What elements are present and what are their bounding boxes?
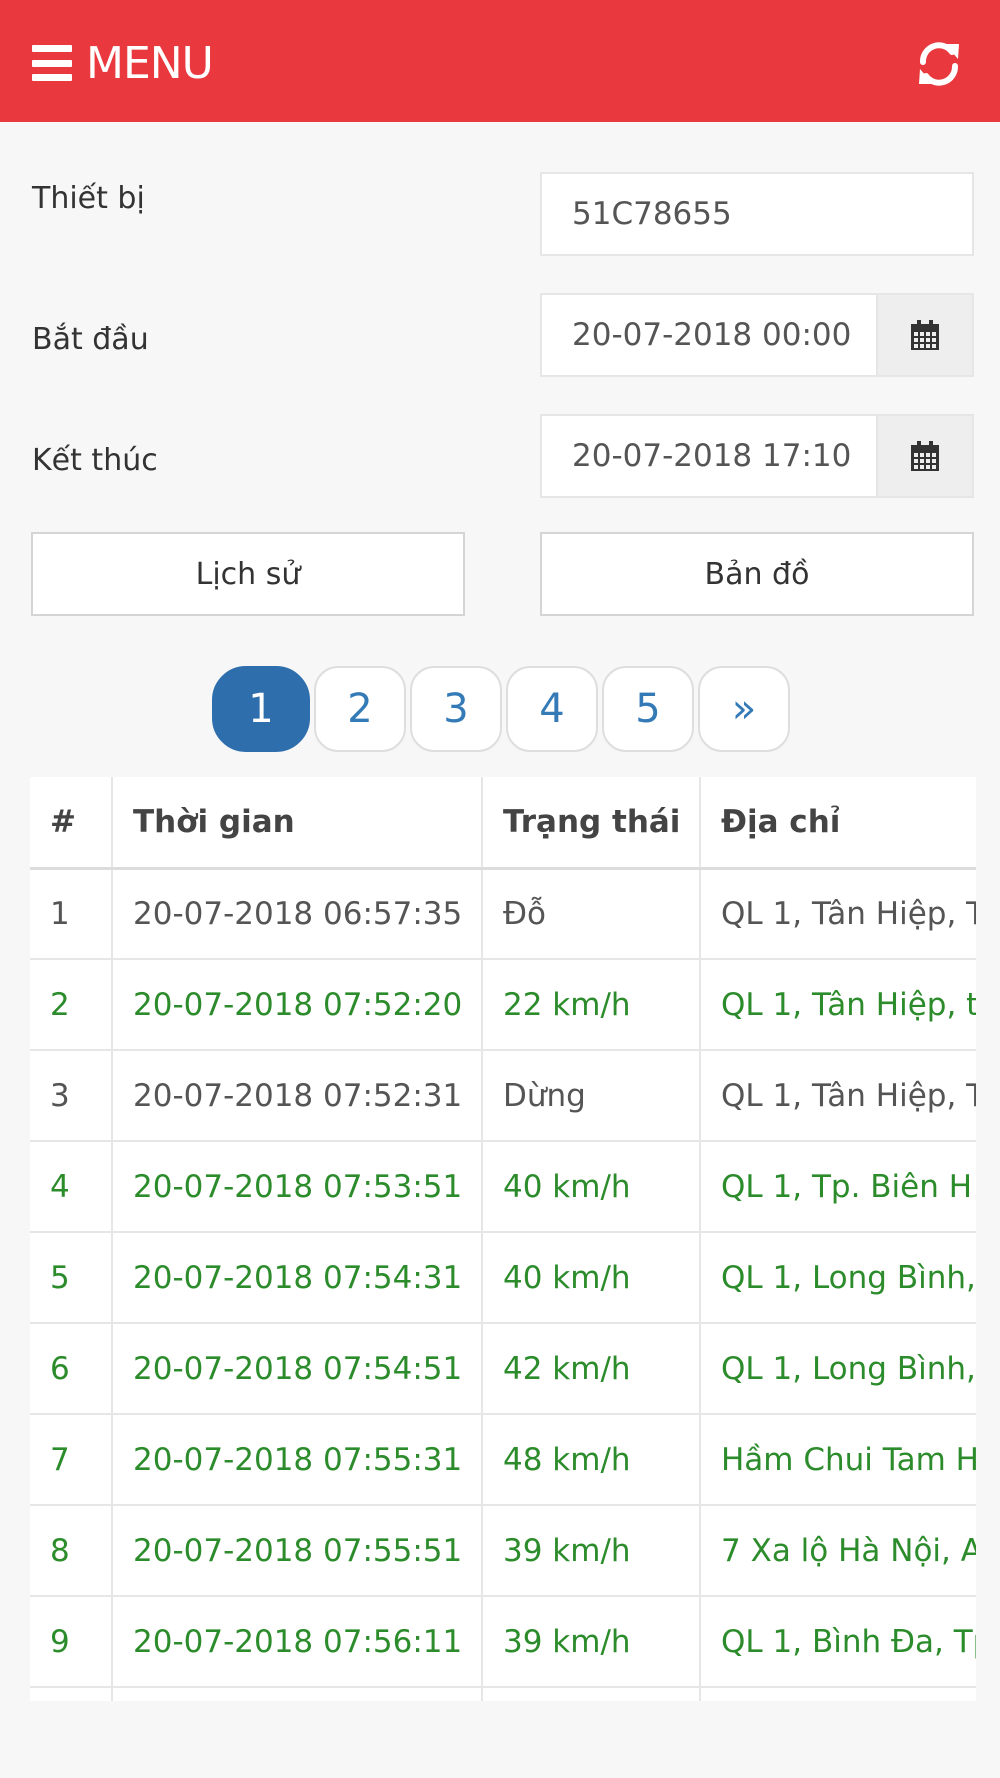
table-row[interactable]: 7 20-07-2018 07:55:31 48 km/h Hầm Chui T… [30, 1414, 976, 1506]
start-field[interactable] [540, 293, 974, 377]
row-time: 20-07-2018 07:52:31 [112, 1050, 483, 1142]
next-page-button[interactable]: » [698, 666, 790, 752]
end-field[interactable] [540, 414, 974, 498]
row-time: 20-07-2018 06:57:35 [112, 868, 483, 960]
row-time: 20-07-2018 07:52:20 [112, 959, 483, 1051]
table-row[interactable]: 9 20-07-2018 07:56:11 39 km/h QL 1, Bình… [30, 1596, 976, 1688]
row-time: 20-07-2018 07:54:31 [112, 1232, 483, 1324]
row-status: 40 km/h [482, 1141, 701, 1233]
row-address: QL 1, Tân Hiệp, t [700, 959, 976, 1051]
column-header-status: Trạng thái [482, 777, 701, 870]
row-address: 7 Xa lộ Hà Nội, A [700, 1505, 976, 1597]
row-address: QL 1, Long Bình, [700, 1232, 976, 1324]
table-row[interactable]: 3 20-07-2018 07:52:31 Dừng QL 1, Tân Hiệ… [30, 1050, 976, 1142]
row-status: 39 km/h [482, 1596, 701, 1688]
page-3-button[interactable]: 3 [410, 666, 502, 752]
device-field[interactable] [540, 172, 974, 256]
menu-label: MENU [86, 37, 214, 89]
calendar-icon [911, 320, 939, 350]
row-address: Hầm Chui Tam H [700, 1414, 976, 1506]
start-calendar-button[interactable] [876, 293, 974, 377]
table-row-partial [30, 1687, 976, 1701]
page-5-button[interactable]: 5 [602, 666, 694, 752]
column-header-address: Địa chỉ [700, 777, 976, 870]
start-date-input[interactable] [542, 295, 878, 375]
start-label: Bắt đầu [32, 322, 149, 357]
column-header-time: Thời gian [112, 777, 483, 870]
row-address: QL 1, Long Bình, [700, 1323, 976, 1415]
row-address: QL 1, Tân Hiệp, T [700, 1050, 976, 1142]
row-number: 2 [30, 959, 113, 1051]
row-status: 40 km/h [482, 1232, 701, 1324]
row-status: 22 km/h [482, 959, 701, 1051]
row-time: 20-07-2018 07:55:31 [112, 1414, 483, 1506]
table-row[interactable]: 1 20-07-2018 06:57:35 Đỗ QL 1, Tân Hiệp,… [30, 868, 976, 960]
table-header-row: # Thời gian Trạng thái Địa chỉ [30, 777, 976, 870]
row-time: 20-07-2018 07:55:51 [112, 1505, 483, 1597]
top-bar: MENU [0, 0, 1000, 122]
row-address: QL 1, Tân Hiệp, T [700, 868, 976, 960]
map-button[interactable]: Bản đồ [540, 532, 974, 616]
device-label: Thiết bị [32, 181, 145, 216]
row-number: 5 [30, 1232, 113, 1324]
row-time: 20-07-2018 07:56:11 [112, 1596, 483, 1688]
row-status: 48 km/h [482, 1414, 701, 1506]
row-number: 7 [30, 1414, 113, 1506]
page-1-button[interactable]: 1 [212, 666, 310, 752]
row-status: Đỗ [482, 868, 701, 960]
row-number: 4 [30, 1141, 113, 1233]
column-header-number: # [30, 777, 113, 870]
table-row[interactable]: 4 20-07-2018 07:53:51 40 km/h QL 1, Tp. … [30, 1141, 976, 1233]
row-address: QL 1, Tp. Biên H [700, 1141, 976, 1233]
refresh-icon[interactable] [913, 38, 965, 90]
history-button[interactable]: Lịch sử [31, 532, 465, 616]
row-number: 3 [30, 1050, 113, 1142]
end-date-input[interactable] [542, 416, 878, 496]
calendar-icon [911, 441, 939, 471]
menu-button[interactable]: MENU [32, 37, 214, 89]
row-number: 6 [30, 1323, 113, 1415]
page-2-button[interactable]: 2 [314, 666, 406, 752]
row-status: Dừng [482, 1050, 701, 1142]
hamburger-icon [32, 45, 72, 81]
table-row[interactable]: 6 20-07-2018 07:54:51 42 km/h QL 1, Long… [30, 1323, 976, 1415]
row-number: 8 [30, 1505, 113, 1597]
row-time: 20-07-2018 07:53:51 [112, 1141, 483, 1233]
end-calendar-button[interactable] [876, 414, 974, 498]
page-4-button[interactable]: 4 [506, 666, 598, 752]
history-table[interactable]: # Thời gian Trạng thái Địa chỉ 1 20-07-2… [30, 777, 976, 1701]
row-number: 1 [30, 868, 113, 960]
row-status: 42 km/h [482, 1323, 701, 1415]
device-input[interactable] [542, 174, 972, 254]
row-status: 39 km/h [482, 1505, 701, 1597]
table-row[interactable]: 8 20-07-2018 07:55:51 39 km/h 7 Xa lộ Hà… [30, 1505, 976, 1597]
pagination: 1 2 3 4 5 » [212, 666, 794, 752]
end-label: Kết thúc [32, 443, 158, 478]
row-address: QL 1, Bình Đa, Tp [700, 1596, 976, 1688]
row-number: 9 [30, 1596, 113, 1688]
table-row[interactable]: 5 20-07-2018 07:54:31 40 km/h QL 1, Long… [30, 1232, 976, 1324]
table-row[interactable]: 2 20-07-2018 07:52:20 22 km/h QL 1, Tân … [30, 959, 976, 1051]
row-time: 20-07-2018 07:54:51 [112, 1323, 483, 1415]
